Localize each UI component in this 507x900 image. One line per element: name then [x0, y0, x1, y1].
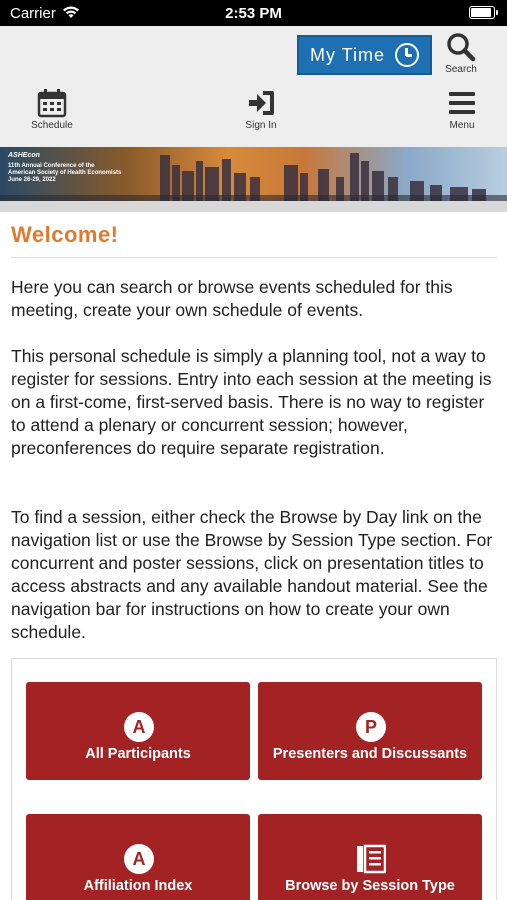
page-title: Welcome!: [11, 222, 119, 247]
title-divider: [11, 257, 497, 258]
schedule-label: Schedule: [31, 120, 73, 131]
app-header: My Time Search Schedule Sign In Menu: [0, 26, 507, 147]
search-icon: [447, 33, 476, 62]
session-type-icon: [356, 844, 387, 874]
banner-text: ASHEcon 11th Annual Conference of the Am…: [8, 152, 121, 184]
presenters-discussants-button[interactable]: P Presenters and Discussants: [258, 682, 482, 780]
find-session-paragraph: To find a session, either check the Brow…: [11, 507, 493, 642]
sign-in-label: Sign In: [245, 120, 277, 131]
all-participants-button[interactable]: A All Participants: [26, 682, 250, 780]
quick-links-panel: A All Participants P Presenters and Disc…: [11, 658, 497, 900]
tile-badge: A: [124, 712, 154, 742]
tile-label: Affiliation Index: [83, 878, 193, 894]
banner-org: ASHEcon: [8, 152, 40, 159]
tile-label: Presenters and Discussants: [272, 746, 468, 762]
banner-dates: June 26-29, 2022: [8, 177, 56, 183]
nav-menu[interactable]: Menu: [422, 88, 502, 136]
tile-badge: A: [124, 844, 154, 874]
sign-in-icon: [249, 91, 274, 115]
schedule-paragraph: This personal schedule is simply a plann…: [11, 346, 492, 458]
calendar-icon: [37, 89, 67, 118]
my-time-button[interactable]: My Time: [297, 35, 432, 75]
search-button[interactable]: Search: [440, 32, 482, 80]
clock-time: 2:53 PM: [225, 5, 282, 22]
tile-badge: P: [356, 712, 386, 742]
clock-icon: [395, 43, 419, 67]
battery-icon: [469, 6, 498, 19]
letter-a-icon: A: [124, 712, 154, 742]
browse-session-type-button[interactable]: Browse by Session Type: [258, 814, 482, 900]
nav-schedule[interactable]: Schedule: [12, 88, 92, 136]
hamburger-icon: [449, 92, 475, 114]
banner-conference-line1: 11th Annual Conference of the: [8, 163, 95, 169]
menu-label: Menu: [449, 120, 475, 131]
nav-sign-in[interactable]: Sign In: [221, 88, 301, 136]
banner-divider: [0, 201, 507, 212]
tile-label: Browse by Session Type: [285, 878, 455, 894]
letter-a-icon: A: [124, 844, 154, 874]
letter-p-icon: P: [356, 712, 386, 742]
conference-banner: ASHEcon 11th Annual Conference of the Am…: [0, 147, 507, 201]
search-label: Search: [445, 64, 477, 75]
intro-paragraph: Here you can search or browse events sch…: [11, 277, 453, 320]
affiliation-index-button[interactable]: A Affiliation Index: [26, 814, 250, 900]
my-time-label: My Time: [309, 44, 385, 65]
tile-label: All Participants: [85, 746, 191, 762]
status-bar: Carrier 2:53 PM: [0, 0, 507, 26]
banner-conference-line2: American Society of Health Economists: [8, 170, 122, 176]
